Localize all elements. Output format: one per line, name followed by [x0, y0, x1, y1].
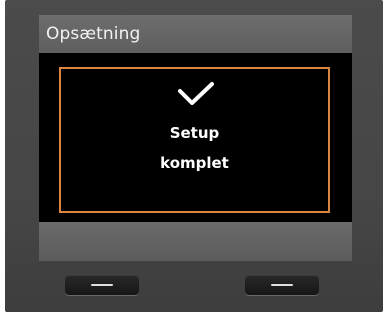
content-area: Setup komplet: [39, 53, 352, 222]
right-softkey-button[interactable]: [245, 275, 319, 295]
softkey-bar: [39, 222, 352, 261]
status-dialog: Setup komplet: [59, 67, 330, 213]
phone-device: Opsætning Setup komplet: [5, 0, 383, 312]
dash-icon: [91, 284, 113, 286]
left-softkey-button[interactable]: [65, 275, 139, 295]
title-bar: Opsætning: [39, 15, 352, 53]
checkmark-icon: [178, 82, 214, 105]
screen-title: Opsætning: [46, 24, 141, 44]
dash-icon: [271, 284, 293, 286]
status-message-line-2: komplet: [160, 154, 229, 172]
display-screen: Opsætning Setup komplet: [39, 15, 352, 261]
status-message-line-1: Setup: [169, 124, 220, 142]
